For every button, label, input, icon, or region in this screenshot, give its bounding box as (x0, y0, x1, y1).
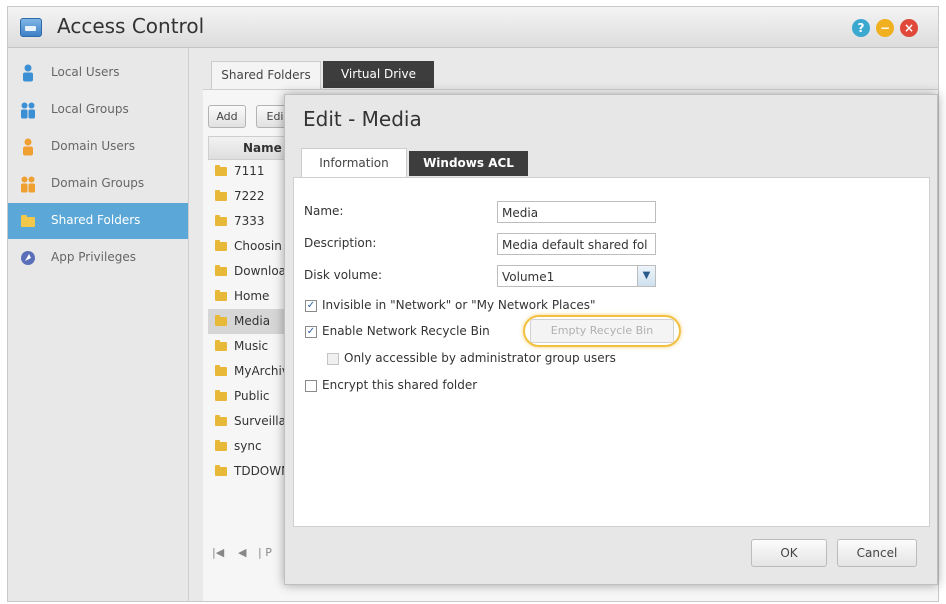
sidebar-item-domain-users[interactable]: Domain Users (8, 129, 188, 165)
help-icon[interactable]: ? (852, 19, 870, 37)
folder-name: Music (234, 339, 269, 353)
folder-name: Choosin (234, 239, 282, 253)
folder-name: sync (234, 439, 262, 453)
folder-name: Home (234, 289, 270, 303)
folder-icon (215, 265, 227, 276)
folder-icon (215, 390, 227, 401)
recycle-bin-checkbox[interactable]: ✓ (305, 326, 317, 338)
sidebar-item-label: App Privileges (51, 250, 136, 264)
folder-name: 7333 (234, 214, 265, 228)
invisible-checkbox[interactable]: ✓ (305, 300, 317, 312)
folder-name: Downloa (234, 264, 287, 278)
folder-icon (215, 215, 227, 226)
tab-shared-folders[interactable]: Shared Folders (211, 61, 321, 89)
group-icon (21, 102, 35, 119)
sidebar-item-label: Domain Users (51, 139, 135, 153)
tab-virtual-drive[interactable]: Virtual Drive (323, 61, 434, 88)
folder-name: Surveillar (234, 414, 291, 428)
tab-windows-acl[interactable]: Windows ACL (409, 151, 528, 176)
cancel-button[interactable]: Cancel (837, 539, 917, 567)
sidebar-item-domain-groups[interactable]: Domain Groups (8, 166, 188, 202)
sidebar-item-label: Local Groups (51, 102, 129, 116)
chevron-down-icon[interactable]: ▼ (637, 266, 655, 286)
empty-recycle-bin-button[interactable]: Empty Recycle Bin (530, 319, 674, 343)
sidebar-item-label: Shared Folders (51, 213, 141, 227)
information-panel: Name: Media Description: Media default s… (293, 177, 930, 527)
folder-name: Public (234, 389, 270, 403)
disk-volume-value: Volume1 (502, 270, 555, 284)
folder-name: MyArchiv (234, 364, 289, 378)
sidebar-item-app-privileges[interactable]: App Privileges (8, 240, 188, 276)
page-label: | P (258, 546, 272, 559)
admin-only-label: Only accessible by administrator group u… (344, 351, 616, 365)
title-bar: Access Control ? − × (8, 7, 938, 48)
name-field[interactable]: Media (497, 201, 656, 223)
minimize-icon[interactable]: − (876, 19, 894, 37)
prev-page-icon[interactable]: ◀ (238, 542, 246, 564)
sidebar: Local Users Local Groups Domain Users Do… (8, 48, 189, 601)
folder-icon (215, 440, 227, 451)
description-label: Description: (304, 236, 377, 250)
sidebar-item-shared-folders[interactable]: Shared Folders (8, 203, 188, 239)
folder-icon (21, 215, 35, 227)
name-label: Name: (304, 204, 344, 218)
folder-icon (215, 290, 227, 301)
folder-name: 7222 (234, 189, 265, 203)
folder-name: Media (234, 314, 271, 328)
recycle-bin-label: Enable Network Recycle Bin (322, 324, 490, 338)
folder-icon (215, 240, 227, 251)
encrypt-label: Encrypt this shared folder (322, 378, 478, 392)
add-button[interactable]: Add (208, 105, 246, 128)
description-field[interactable]: Media default shared fol (497, 233, 656, 255)
folder-name: TDDOWN (234, 464, 291, 478)
folder-icon (215, 340, 227, 351)
folder-icon (215, 465, 227, 476)
folder-icon (215, 190, 227, 201)
folder-icon (215, 415, 227, 426)
dialog-title: Edit - Media (303, 107, 422, 131)
disk-volume-select[interactable]: Volume1 ▼ (497, 265, 656, 287)
folder-icon (215, 315, 227, 326)
app-privileges-icon (21, 251, 35, 265)
user-icon (23, 64, 33, 82)
ok-button[interactable]: OK (751, 539, 827, 567)
tab-information[interactable]: Information (301, 148, 407, 177)
sidebar-item-label: Domain Groups (51, 176, 145, 190)
admin-only-checkbox[interactable] (327, 353, 339, 365)
edit-media-dialog: Edit - Media Information Windows ACL Nam… (284, 94, 938, 585)
disk-volume-label: Disk volume: (304, 268, 383, 282)
folder-icon (215, 165, 227, 176)
app-title: Access Control (57, 14, 205, 38)
invisible-label: Invisible in "Network" or "My Network Pl… (322, 298, 596, 312)
access-control-app-icon (20, 18, 42, 37)
sidebar-item-local-groups[interactable]: Local Groups (8, 92, 188, 128)
name-column-label: Name (243, 141, 282, 155)
folder-icon (215, 365, 227, 376)
sidebar-item-label: Local Users (51, 65, 120, 79)
first-page-icon[interactable]: |◀ (212, 542, 224, 564)
sidebar-item-local-users[interactable]: Local Users (8, 55, 188, 91)
folder-name: 7111 (234, 164, 265, 178)
encrypt-checkbox[interactable] (305, 380, 317, 392)
domain-group-icon (21, 176, 35, 193)
domain-user-icon (23, 138, 33, 156)
close-icon[interactable]: × (900, 19, 918, 37)
